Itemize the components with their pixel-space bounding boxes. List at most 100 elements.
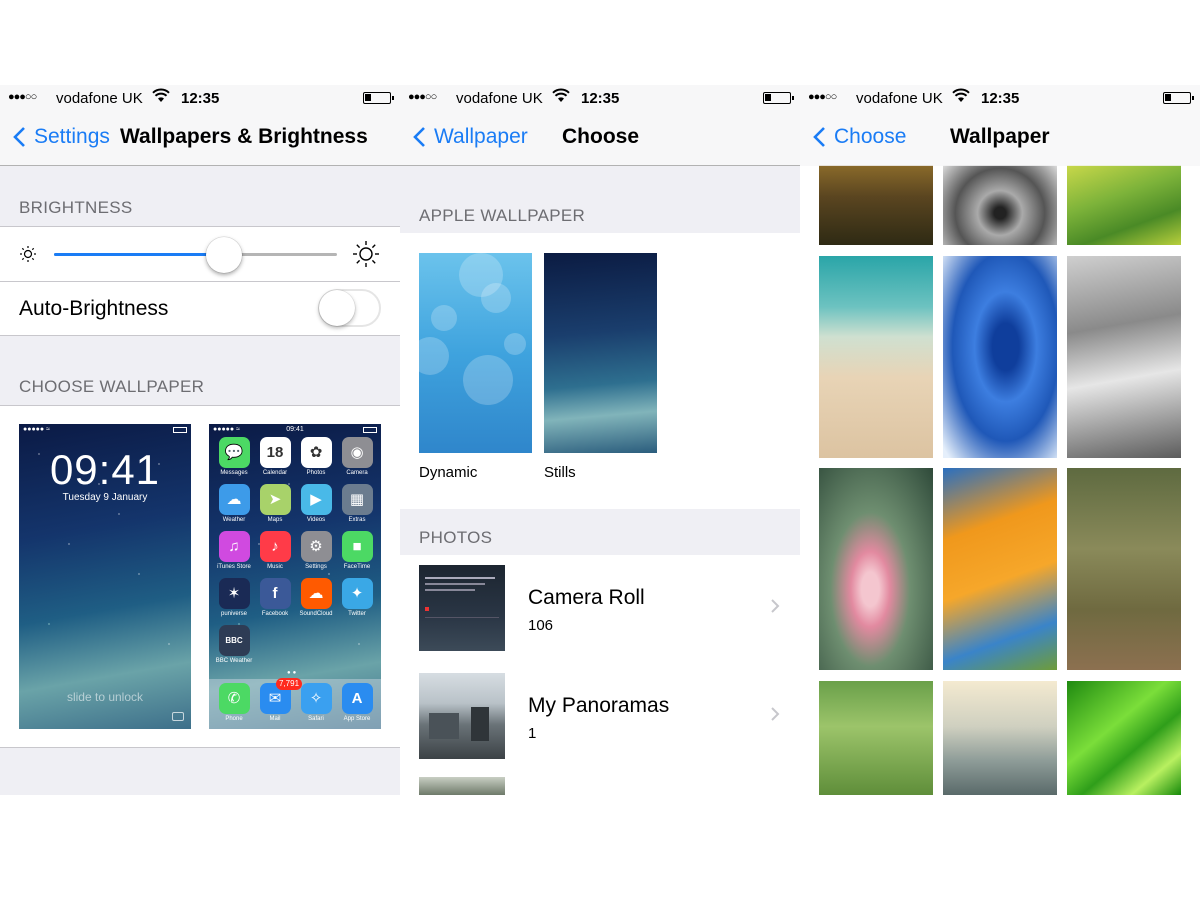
back-button[interactable]: Settings — [0, 123, 120, 153]
folder-icon: ▦ — [341, 484, 373, 515]
wallpaper-tile-rice-terrace[interactable] — [1067, 165, 1181, 245]
app-phone[interactable]: ✆ Phone — [214, 683, 254, 729]
dynamic-wallpaper-thumb[interactable] — [419, 253, 532, 453]
album-my-panoramas[interactable]: My Panoramas 1 — [400, 663, 800, 763]
wallpaper-tile-pebbles-bw[interactable] — [943, 165, 1057, 245]
wallpaper-grid-screen: ●●●○○ vodafone UK 12:35 Choose Wallpaper — [800, 85, 1200, 795]
album-camera-roll[interactable]: Camera Roll 106 — [400, 555, 800, 655]
app-twitter[interactable]: ✦ Twitter — [337, 578, 377, 625]
back-button[interactable]: Choose — [800, 123, 920, 153]
universe-icon: ✶ — [218, 578, 250, 609]
album-count: 106 — [528, 617, 554, 634]
wallpapers-brightness-screen: ●●●○○ vodafone UK 12:35 Settings Wallpap… — [0, 85, 400, 795]
facebook-icon: f — [259, 578, 291, 609]
music-icon: ♪ — [259, 531, 291, 562]
wallpaper-tile-water-lily[interactable] — [819, 468, 933, 670]
auto-brightness-label: Auto-Brightness — [19, 297, 169, 320]
app-photos[interactable]: ✿ Photos — [296, 437, 336, 484]
app-weather[interactable]: ☁ Weather — [214, 484, 254, 531]
brightness-slider[interactable] — [54, 237, 337, 273]
app-universe[interactable]: ✶ puniverse — [214, 578, 254, 625]
thumb-line — [425, 577, 495, 579]
mini-battery-icon — [363, 427, 377, 433]
status-bar: ●●●○○ vodafone UK 12:35 — [800, 85, 1200, 111]
wallpaper-tile-green-leaf[interactable] — [1067, 681, 1181, 795]
app-soundcloud[interactable]: ☁ SoundCloud — [296, 578, 336, 625]
back-button[interactable]: Wallpaper — [400, 123, 540, 153]
chevron-left-icon — [813, 127, 825, 147]
lock-screen-preview[interactable]: ●●●●● ≈ 09:41 Tuesday 9 January slide to… — [19, 424, 191, 729]
mini-time: 09:41 — [286, 426, 304, 433]
signal-icon: ●●●○○ — [808, 91, 837, 103]
wallpaper-tile-sunset-field[interactable] — [819, 165, 933, 245]
app-calendar[interactable]: 18 Calendar — [255, 437, 295, 484]
auto-brightness-toggle[interactable] — [318, 289, 381, 327]
app-mail[interactable]: ✉ 7,791 Mail — [255, 678, 303, 729]
album-name: My Panoramas — [528, 694, 670, 717]
app-folder[interactable]: ▦ Extras — [337, 484, 377, 531]
home-screen-preview[interactable]: ●●●●● ≈09:41 ●● ✆ Phone ✉ 7,791 Mail ✧ Safari A… — [209, 424, 381, 729]
wallpaper-tile-reeds-sunlight[interactable] — [943, 681, 1057, 795]
facetime-icon: ■ — [341, 531, 373, 562]
app-videos[interactable]: ▶ Videos — [296, 484, 336, 531]
wallpaper-tile-wave-bw[interactable] — [1067, 256, 1181, 458]
wallpaper-tile-orange-poppies[interactable] — [943, 468, 1057, 670]
bubble — [463, 355, 513, 405]
app-label: Twitter — [348, 611, 366, 617]
thumb-shape — [429, 713, 459, 739]
app-label: puniverse — [220, 611, 247, 617]
wallpaper-tile-blue-wave[interactable] — [943, 256, 1057, 458]
twitter-icon: ✦ — [341, 578, 373, 609]
album-thumbnail-partial[interactable] — [419, 777, 505, 795]
chevron-left-icon — [413, 127, 425, 147]
app-label: Weather — [222, 517, 246, 523]
brightness-header: BRIGHTNESS — [19, 198, 133, 217]
app-label: Safari — [308, 716, 324, 722]
app-facebook[interactable]: f Facebook — [255, 578, 295, 625]
navigation-bar: ●●●○○ vodafone UK 12:35 Settings Wallpap… — [0, 85, 400, 166]
app-camera[interactable]: ◉ Camera — [337, 437, 377, 484]
app-bbc-weather[interactable]: BBC BBC Weather — [214, 625, 254, 672]
app-label: BBC Weather — [215, 658, 253, 664]
app-label: Camera — [346, 470, 368, 476]
navigation-bar: ●●●○○ vodafone UK 12:35 Choose Wallpaper — [800, 85, 1200, 166]
app-settings[interactable]: ⚙ Settings — [296, 531, 336, 578]
wallpaper-tile-yellow-flowers[interactable] — [1067, 468, 1181, 670]
app-label: Photos — [306, 470, 326, 476]
app-messages[interactable]: 💬 Messages — [214, 437, 254, 484]
photos-header: PHOTOS — [419, 528, 493, 547]
dynamic-label: Dynamic — [419, 464, 478, 481]
wallpaper-tile-beach-shore[interactable] — [819, 256, 933, 458]
app-label: Extras — [348, 517, 366, 523]
app-app-store[interactable]: A App Store — [337, 683, 377, 729]
videos-icon: ▶ — [300, 484, 332, 515]
battery-icon — [363, 92, 394, 104]
battery-icon — [763, 92, 794, 104]
wallpaper-tile-dew-grass[interactable] — [819, 681, 933, 795]
app-itunes[interactable]: ♫ iTunes Store — [214, 531, 254, 578]
toggle-knob — [319, 290, 355, 326]
app-safari[interactable]: ✧ Safari — [296, 683, 336, 729]
lock-time: 09:41 — [49, 446, 161, 493]
photos-icon: ✿ — [300, 437, 332, 468]
app-music[interactable]: ♪ Music — [255, 531, 295, 578]
app-label: Mail — [269, 716, 281, 722]
slide-to-unlock-label: slide to unlock — [66, 690, 144, 704]
clock-label: 12:35 — [581, 90, 620, 107]
mini-signal-icon: ●●●●● ≈ — [23, 426, 50, 433]
app-facetime[interactable]: ■ FaceTime — [337, 531, 377, 578]
soundcloud-icon: ☁ — [300, 578, 332, 609]
dock: ✆ Phone ✉ 7,791 Mail ✧ Safari A App Store — [209, 678, 381, 729]
brightness-slider-thumb[interactable] — [205, 237, 242, 273]
back-label: Settings — [34, 125, 110, 148]
thumb-line — [425, 589, 475, 591]
stills-wallpaper-thumb[interactable] — [544, 253, 657, 453]
camera-icon: ◉ — [341, 437, 373, 468]
album-count: 1 — [528, 725, 537, 742]
app-label: Settings — [305, 564, 327, 570]
thumb-shape — [471, 707, 489, 741]
app-maps[interactable]: ➤ Maps — [255, 484, 295, 531]
brightness-slider-fill — [54, 253, 224, 256]
choose-screen: ●●●○○ vodafone UK 12:35 Wallpaper Choose… — [400, 85, 800, 795]
mini-battery-icon — [173, 427, 187, 433]
